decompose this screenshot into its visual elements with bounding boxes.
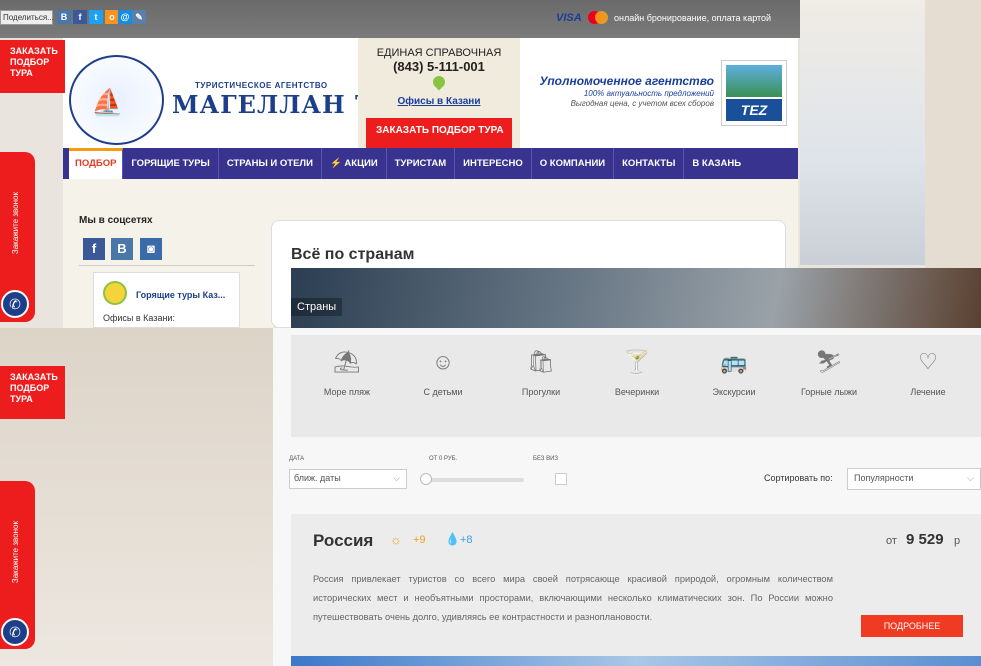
category-parties[interactable]: 🍸 Вечеринки — [592, 345, 682, 397]
social-title: Мы в соцсетях — [79, 215, 153, 226]
divider — [79, 265, 255, 266]
price-slider[interactable] — [424, 478, 524, 482]
more-button[interactable]: ПОДРОБНЕЕ — [861, 615, 963, 637]
sort-label: Сортировать по: — [764, 473, 833, 483]
water-drop-icon: 💧 — [445, 532, 460, 546]
mastercard-icon — [588, 11, 608, 24]
cocktail-icon: 🍸 — [623, 349, 651, 374]
countries-banner — [291, 268, 981, 328]
avatar[interactable] — [103, 281, 127, 305]
vk-button[interactable]: В — [111, 238, 133, 260]
phone-icon[interactable]: ✆ — [1, 290, 29, 318]
countries-label: Страны — [291, 298, 343, 316]
country-description: Россия привлекает туристов со всего мира… — [313, 574, 833, 622]
shopping-bag-icon: 🛍 — [527, 349, 555, 374]
mail-icon[interactable]: @ — [118, 10, 132, 24]
phone-number[interactable]: (843) 5-111-001 — [358, 59, 520, 74]
price-filter-label: ОТ 0 РУБ. — [429, 456, 458, 462]
twitter-icon[interactable]: t — [89, 10, 103, 24]
livejournal-icon[interactable]: ✎ — [132, 10, 146, 24]
nav-item-podbor[interactable]: ПОДБОР — [69, 148, 124, 179]
skier-icon: ⛷ — [815, 349, 843, 374]
payment-text: онлайн бронирование, оплата картой — [614, 13, 772, 23]
category-kids[interactable]: ☺ С детьми — [398, 345, 488, 397]
category-ski[interactable]: ⛷ Горные лыжи — [784, 345, 874, 397]
nav-item-tourists[interactable]: ТУРИСТАМ — [387, 148, 456, 179]
category-walks[interactable]: 🛍 Прогулки — [496, 345, 586, 397]
facebook-icon[interactable]: f — [73, 10, 87, 24]
date-select[interactable]: ближ. даты ⌵ — [289, 469, 407, 489]
nav-item-contacts[interactable]: КОНТАКТЫ — [614, 148, 685, 179]
authorized-line-2: Выгодная цена, с учетом всех сборов — [570, 99, 714, 108]
nav-item-kazan[interactable]: В КАЗАНЬ — [684, 148, 749, 179]
price-slider-handle[interactable] — [420, 473, 432, 485]
sun-icon: ☼ — [390, 532, 402, 547]
price-value: 9 529 — [906, 531, 944, 548]
category-beach[interactable]: ⛱ Море пляж — [302, 345, 392, 397]
nav-item-hot-tours[interactable]: ГОРЯЩИЕ ТУРЫ — [123, 148, 219, 179]
nav-item-promo[interactable]: ⚡ АКЦИИ — [322, 148, 387, 179]
price-prefix: от — [886, 535, 897, 547]
category-excursions[interactable]: 🚌 Экскурсии — [689, 345, 779, 397]
next-card-image — [291, 656, 981, 666]
kids-icon: ☺ — [431, 349, 455, 374]
nav-item-about[interactable]: О КОМПАНИИ — [532, 148, 615, 179]
share-button[interactable]: Поделиться... — [0, 10, 54, 25]
agency-subtitle: ТУРИСТИЧЕСКОЕ АГЕНТСТВО — [195, 81, 328, 90]
offices-link[interactable]: Офисы в Казани — [358, 96, 520, 107]
instagram-button[interactable]: ◙ — [140, 238, 162, 260]
chevron-down-icon: ⌵ — [967, 473, 974, 483]
ship-logo-icon[interactable]: ⛵ — [69, 55, 164, 145]
air-temp: +9 — [413, 534, 426, 546]
date-filter-label: ДАТА — [289, 456, 305, 462]
widget-group-name[interactable]: Горящие туры Каз... — [136, 290, 225, 300]
tez-tour-logo[interactable]: TEZ — [721, 60, 787, 126]
vk-icon[interactable]: B — [57, 10, 71, 24]
authorized-line-1: 100% актуальность предложений — [583, 89, 714, 98]
order-tour-button[interactable]: ЗАКАЗАТЬ ПОДБОР ТУРА — [366, 118, 512, 148]
phone-icon[interactable]: ✆ — [1, 618, 29, 646]
float-order-button-2[interactable]: ЗАКАЗАТЬ ПОДБОР ТУРА — [0, 366, 65, 419]
price-currency: р — [954, 535, 961, 547]
sort-select[interactable]: Популярности ⌵ — [847, 468, 981, 490]
visa-filter-label: БЕЗ ВИЗ — [533, 456, 559, 462]
no-visa-checkbox[interactable] — [555, 473, 567, 485]
info-title: ЕДИНАЯ СПРАВОЧНАЯ — [376, 47, 502, 59]
odnoklassniki-icon[interactable]: o — [105, 10, 119, 24]
nav-item-interesting[interactable]: ИНТЕРЕСНО — [455, 148, 532, 179]
chevron-down-icon: ⌵ — [393, 473, 400, 483]
country-title[interactable]: Россия — [313, 531, 373, 551]
float-order-button[interactable]: ЗАКАЗАТЬ ПОДБОР ТУРА — [0, 40, 65, 93]
visa-logo: VISA — [556, 12, 582, 24]
beach-icon: ⛱ — [333, 349, 361, 374]
heart-icon: ♡ — [918, 349, 938, 374]
page-title: Всё по странам — [291, 246, 415, 263]
nav-item-countries[interactable]: СТРАНЫ И ОТЕЛИ — [219, 148, 322, 179]
main-nav: ПОДБОР ГОРЯЩИЕ ТУРЫ СТРАНЫ И ОТЕЛИ ⚡ АКЦ… — [63, 148, 798, 179]
bus-icon: 🚌 — [720, 349, 748, 374]
facebook-button[interactable]: f — [83, 238, 105, 260]
category-health[interactable]: ♡ Лечение — [883, 345, 973, 397]
water-temp: +8 — [460, 534, 473, 546]
widget-text: Офисы в Казани: — [103, 313, 175, 323]
authorized-agency-title: Уполномоченное агентство — [539, 74, 714, 88]
